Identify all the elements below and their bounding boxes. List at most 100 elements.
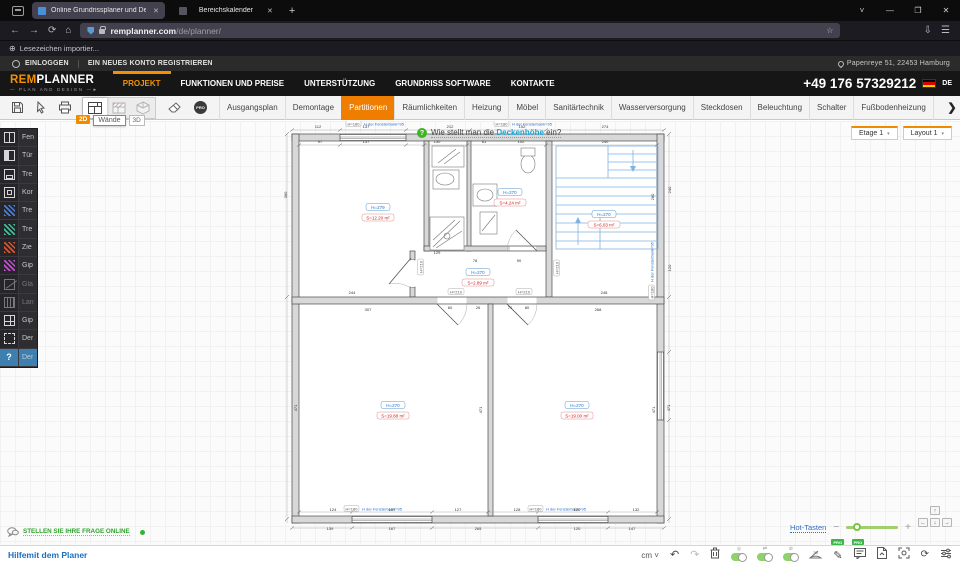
svg-text:S=2.89 m²: S=2.89 m² [468, 281, 489, 286]
layout-selector[interactable]: Layout 1▾ [903, 126, 952, 140]
sidebar-item-zie[interactable]: Zie [0, 239, 37, 257]
nav-kontakte[interactable]: KONTAKTE [501, 71, 565, 96]
mode-tab-fußbodenheizung[interactable]: Fußbodenheizung [853, 96, 934, 120]
pan-up-button[interactable]: ↑ [930, 506, 940, 515]
trash-button[interactable] [710, 546, 720, 564]
mode-tab-demontage[interactable]: Demontage [285, 96, 341, 120]
bookmark-star-icon[interactable]: ☆ [826, 26, 833, 35]
pan-left-button[interactable]: ← [918, 518, 928, 527]
phone-number[interactable]: +49 176 57329212 [803, 76, 916, 91]
sidebar-item-gip[interactable]: Gip [0, 312, 37, 330]
angle-tool[interactable]: 30 [809, 546, 822, 564]
home-button[interactable]: ⌂ [65, 25, 71, 36]
tab-close-icon[interactable]: ✕ [267, 7, 273, 15]
german-flag-icon[interactable] [922, 79, 936, 88]
mode-tab-heizung[interactable]: Heizung [464, 96, 508, 120]
mode-tab-ausgangsplan[interactable]: Ausgangsplan [219, 96, 285, 120]
svg-text:244: 244 [349, 290, 356, 295]
eraser-icon[interactable] [167, 102, 182, 114]
undo-button[interactable]: ↶ [670, 550, 679, 561]
language-selector[interactable]: DE [942, 80, 952, 87]
draw-tool[interactable]: PRO✎ [833, 546, 842, 564]
mode-tab-sanitärtechnik[interactable]: Sanitärtechnik [545, 96, 611, 120]
zoom-out-button[interactable]: − [833, 522, 839, 533]
pan-right-button[interactable]: → [942, 518, 952, 527]
nav-funktionen-und-preise[interactable]: FUNKTIONEN UND PREISE [171, 71, 295, 96]
mode-tab-beleuchtung[interactable]: Beleuchtung [750, 96, 809, 120]
mode-tab-partitionen[interactable]: Partitionen [341, 96, 394, 120]
close-button[interactable]: ✕ [932, 6, 960, 15]
toggle-dimensions[interactable]: ⇄ [757, 547, 772, 561]
svg-text:S=6.03 m²: S=6.03 m² [594, 223, 615, 228]
shield-icon[interactable] [87, 27, 94, 35]
svg-text:H=180: H=180 [346, 506, 359, 511]
sidebar-item-tre[interactable]: Tre [0, 220, 37, 238]
url-input[interactable]: remplanner.com/de/planner/ ☆ [80, 23, 840, 38]
sidebar-item-lan[interactable]: Lan [0, 294, 37, 312]
tabs-overflow-chevron[interactable]: ❯ [944, 101, 960, 114]
save-icon[interactable] [11, 101, 24, 114]
comments-tool[interactable]: PRO [854, 546, 866, 564]
door-icon [0, 147, 19, 164]
register-link[interactable]: EIN NEUES KONTO REGISTRIEREN [88, 60, 213, 67]
hotkeys-link[interactable]: Hot-Tasten [790, 523, 826, 533]
menu-icon[interactable]: ☰ [941, 25, 950, 36]
cursor-icon[interactable] [35, 101, 47, 114]
sidebar-item-tür[interactable]: Tür [0, 147, 37, 165]
window-list-icon[interactable]: ˅ [848, 6, 876, 15]
toggle-snap[interactable]: ◎ [731, 547, 746, 561]
bookmarks-import-label[interactable]: Lesezeichen importier... [20, 44, 99, 53]
save-page-icon[interactable]: ⇩ [924, 25, 932, 36]
export-file-tool[interactable] [877, 546, 887, 564]
sidebar-item-kor[interactable]: Kor [0, 184, 37, 202]
login-link[interactable]: EINLOGGEN [25, 60, 69, 67]
help-bubble[interactable]: ? Wie stellt man die Deckenhöhe ein? [417, 128, 561, 138]
minimize-button[interactable]: — [876, 6, 904, 15]
back-button[interactable]: ← [10, 25, 20, 36]
mode-tab-möbel[interactable]: Möbel [508, 96, 545, 120]
unit-selector[interactable]: cm ˅ [641, 551, 659, 560]
zoom-slider[interactable] [846, 526, 898, 529]
badge-2d: 2D [76, 115, 90, 124]
tab-overview-icon[interactable] [12, 6, 24, 16]
redo-button[interactable]: ↷ [690, 550, 699, 561]
sidebar-item-gla[interactable]: Gla [0, 275, 37, 293]
sidebar-item-fen[interactable]: Fen [0, 129, 37, 147]
print-icon[interactable] [58, 101, 72, 114]
browser-tab[interactable]: Online Grundrissplaner und De✕ [32, 2, 165, 19]
toggle-visibility[interactable]: ⊘ [783, 547, 798, 561]
floor-plan-drawing[interactable]: H=279S=12.20 m²H=270S=4.24 m²H=270S=6.03… [0, 121, 960, 545]
svg-text:471: 471 [478, 406, 483, 413]
browser-tab[interactable]: Bereichskalender✕ [173, 2, 279, 19]
nav-projekt[interactable]: PROJEKT [113, 71, 171, 96]
nav-grundriss-software[interactable]: GRUNDRISS SOFTWARE [385, 71, 501, 96]
sidebar-item-der[interactable]: Der [0, 330, 37, 348]
forward-button[interactable]: → [29, 25, 39, 36]
svg-text:129: 129 [434, 250, 441, 255]
focus-tool[interactable] [898, 546, 910, 564]
new-tab-button[interactable]: + [289, 5, 295, 17]
remplanner-logo[interactable]: REMPLANNER — PLAN AND DESIGN —► [10, 75, 99, 92]
zoom-in-button[interactable]: + [905, 522, 911, 533]
mode-tab-steckdosen[interactable]: Steckdosen [693, 96, 750, 120]
sidebar-item-der[interactable]: ?Der [0, 349, 37, 367]
sidebar-item-tre[interactable]: Tre [0, 166, 37, 184]
mode-tab-räumlichkeiten[interactable]: Räumlichkeiten [394, 96, 464, 120]
ask-question-online[interactable]: STELLEN SIE IHRE FRAGE ONLINE [7, 527, 145, 537]
svg-text:97: 97 [318, 139, 323, 144]
nav-unterst-tzung[interactable]: UNTERSTÜTZUNG [294, 71, 385, 96]
sidebar-item-gip[interactable]: Gip [0, 257, 37, 275]
planner-help-link[interactable]: Hilfemit dem Planer [8, 550, 87, 560]
mode-tab-wasserversorgung[interactable]: Wasserversorgung [611, 96, 693, 120]
pan-down-button[interactable]: ↓ [930, 518, 940, 527]
sidebar-item-tre[interactable]: Tre [0, 202, 37, 220]
refresh-tool[interactable]: ⟳ [921, 550, 929, 560]
plan-canvas[interactable]: H=279S=12.20 m²H=270S=4.24 m²H=270S=6.03… [0, 121, 960, 545]
tab-close-icon[interactable]: ✕ [153, 7, 159, 15]
reload-button[interactable]: ⟳ [48, 25, 56, 36]
mode-tab-schalter[interactable]: Schalter [809, 96, 853, 120]
svg-text:132: 132 [633, 507, 640, 512]
floor-selector[interactable]: Etage 1▾ [851, 126, 898, 140]
restore-button[interactable]: ❐ [904, 6, 932, 15]
settings-sliders-tool[interactable] [940, 546, 952, 564]
